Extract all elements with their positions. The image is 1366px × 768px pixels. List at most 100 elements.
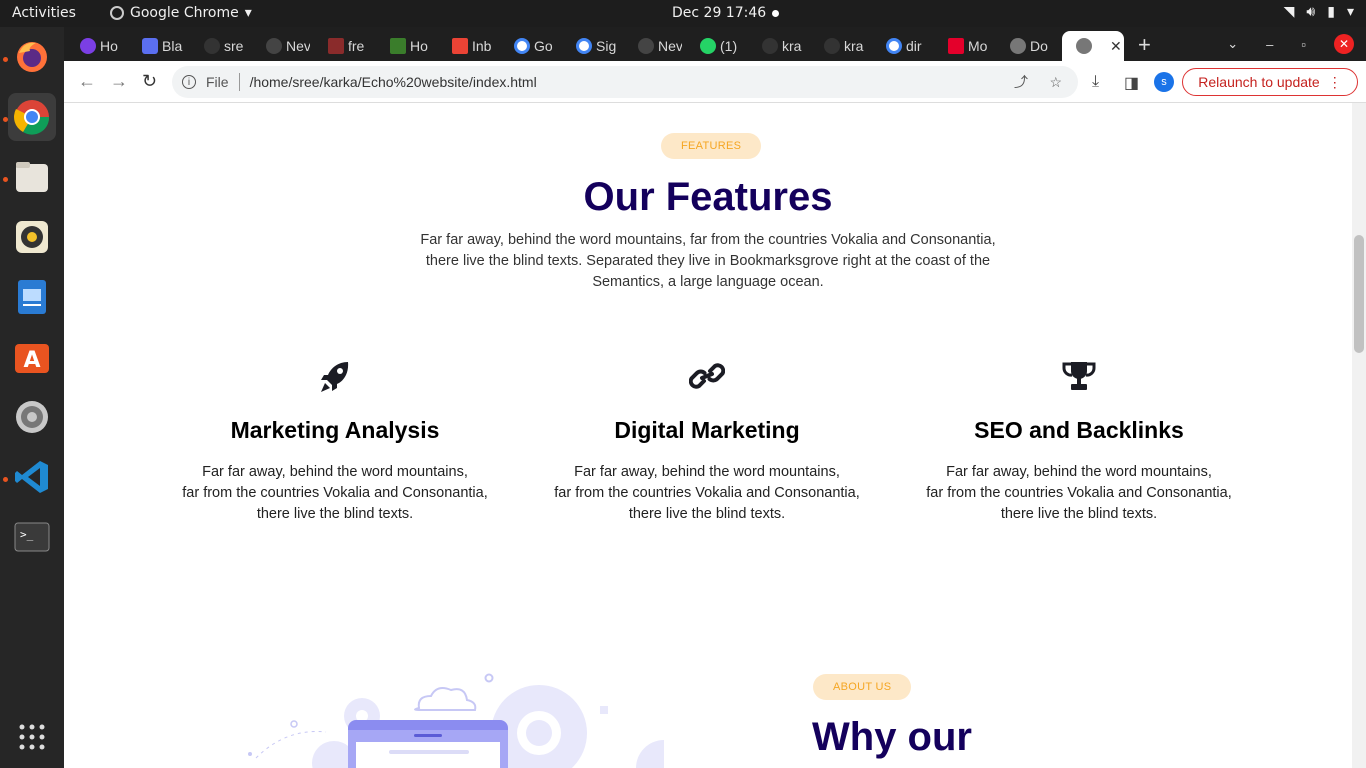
relaunch-button[interactable]: Relaunch to update ⋮: [1182, 68, 1358, 96]
tab-search-icon[interactable]: ⌄: [1227, 36, 1238, 52]
download-icon[interactable]: ⤓: [1092, 73, 1099, 91]
dock: A >_: [0, 27, 64, 768]
google-icon: [886, 38, 902, 54]
tab-title: Do: [1030, 38, 1048, 54]
link-icon: [689, 363, 725, 389]
feature-line: Far far away, behind the word mountains,: [574, 464, 840, 480]
document-icon: [18, 280, 46, 314]
reload-button[interactable]: ↻: [142, 71, 157, 92]
github-icon: [204, 38, 220, 54]
tab[interactable]: kra: [748, 31, 806, 61]
tab-title: sre: [224, 38, 244, 54]
features-title: Our Features: [583, 175, 833, 219]
globe-icon: [1010, 38, 1026, 54]
tab-title: Sig: [596, 38, 617, 54]
tab-title: Mo: [968, 38, 988, 54]
tab-title: Go: [534, 38, 553, 54]
tab[interactable]: Bla: [128, 31, 186, 61]
tab-title: Ho: [100, 38, 118, 54]
google-icon: [514, 38, 530, 54]
bookmark-star-icon[interactable]: ☆: [1049, 74, 1062, 91]
dropdown-arrow-icon: ▾: [1346, 4, 1354, 20]
tab[interactable]: Mo: [934, 31, 992, 61]
chrome-launcher[interactable]: [8, 93, 56, 141]
app-grid-icon: [19, 724, 45, 750]
tab[interactable]: (1): [686, 31, 744, 61]
system-tray[interactable]: ◥ 🔊︎ ▮ ▾: [1284, 4, 1354, 20]
tab-active[interactable]: ✕: [1062, 31, 1124, 61]
firefox-launcher[interactable]: [8, 33, 56, 81]
feature-line: Far far away, behind the word mountains,: [946, 464, 1212, 480]
chrome-app-icon: [110, 6, 124, 20]
activities-button[interactable]: Activities: [12, 5, 76, 21]
github-icon: [824, 38, 840, 54]
tab[interactable]: kra: [810, 31, 868, 61]
feature-line: far from the countries Vokalia and Conso…: [554, 485, 860, 501]
profile-avatar[interactable]: s: [1154, 72, 1174, 92]
description-line: Semantics, a large language ocean.: [592, 274, 824, 290]
maximize-button[interactable]: ▫: [1301, 37, 1306, 52]
minimize-button[interactable]: –: [1266, 37, 1273, 52]
feature-line: far from the countries Vokalia and Conso…: [182, 485, 488, 501]
browser-toolbar: ← → ↻ i File /home/sree/karka/Echo%20web…: [64, 61, 1366, 103]
close-window-button[interactable]: ✕: [1334, 34, 1354, 54]
tab-favicon-icon: [328, 38, 344, 54]
feature-line: there live the blind texts.: [628, 506, 786, 522]
rhythmbox-launcher[interactable]: [8, 213, 56, 261]
back-button[interactable]: ←: [78, 71, 96, 92]
writer-launcher[interactable]: [8, 273, 56, 321]
tab[interactable]: Nev: [252, 31, 310, 61]
tab-title: Nev: [286, 38, 310, 54]
info-icon[interactable]: i: [182, 75, 196, 89]
side-panel-icon[interactable]: ◨: [1124, 73, 1139, 93]
tab[interactable]: Inb: [438, 31, 496, 61]
page-scrollbar[interactable]: [1352, 103, 1366, 768]
tab-title: Bla: [162, 38, 183, 54]
address-bar[interactable]: i File /home/sree/karka/Echo%20website/i…: [172, 66, 1078, 98]
tab[interactable]: Nev: [624, 31, 682, 61]
store-icon: A: [15, 344, 49, 373]
dropdown-arrow-icon: ▾: [244, 5, 252, 21]
tab[interactable]: Do: [996, 31, 1054, 61]
tab[interactable]: fre: [314, 31, 372, 61]
globe-icon: [1076, 38, 1092, 54]
show-apps-button[interactable]: [8, 713, 56, 761]
close-tab-icon[interactable]: ✕: [1110, 38, 1122, 55]
battery-icon: ▮: [1327, 4, 1335, 20]
tab[interactable]: Ho: [376, 31, 434, 61]
tab[interactable]: Sig: [562, 31, 620, 61]
terminal-launcher[interactable]: >_: [8, 513, 56, 561]
tab-favicon-icon: [266, 38, 282, 54]
feature-description: Far far away, behind the word mountains,…: [521, 462, 893, 525]
software-launcher[interactable]: A: [8, 333, 56, 381]
tab-favicon-icon: [638, 38, 654, 54]
new-tab-button[interactable]: +: [1138, 32, 1151, 58]
tab[interactable]: Ho: [66, 31, 124, 61]
feature-card-digital-marketing: Digital Marketing Far far away, behind t…: [521, 361, 893, 525]
app-menu[interactable]: Google Chrome ▾: [110, 5, 252, 21]
more-menu-icon[interactable]: ⋮: [1328, 74, 1342, 91]
tab-strip: Ho Bla sre Nev fre Ho Inb Go Sig Nev (1)…: [64, 27, 1366, 61]
tab[interactable]: Go: [500, 31, 558, 61]
features-description: Far far away, behind the word mountains,…: [308, 230, 1108, 293]
forward-button[interactable]: →: [110, 71, 128, 92]
tab[interactable]: sre: [190, 31, 248, 61]
folder-icon: [16, 162, 48, 192]
terminal-icon: >_: [14, 522, 50, 552]
feature-line: there live the blind texts.: [1000, 506, 1158, 522]
clock[interactable]: Dec 29 17:46: [672, 5, 766, 21]
volume-icon: 🔊︎: [1306, 4, 1316, 20]
tab[interactable]: dir: [872, 31, 930, 61]
url-text[interactable]: /home/sree/karka/Echo%20website/index.ht…: [250, 74, 537, 90]
description-line: there live the blind texts. Separated th…: [425, 253, 991, 269]
files-launcher[interactable]: [8, 153, 56, 201]
description-line: Far far away, behind the word mountains,…: [420, 232, 996, 248]
scrollbar-thumb[interactable]: [1354, 235, 1364, 353]
settings-launcher[interactable]: [8, 393, 56, 441]
tab-title: fre: [348, 38, 365, 54]
speaker-icon: [16, 221, 48, 253]
app-menu-label: Google Chrome: [130, 5, 239, 21]
vscode-launcher[interactable]: [8, 453, 56, 501]
notification-dot-icon: [772, 10, 779, 17]
share-icon[interactable]: ⤴: [1014, 72, 1028, 92]
